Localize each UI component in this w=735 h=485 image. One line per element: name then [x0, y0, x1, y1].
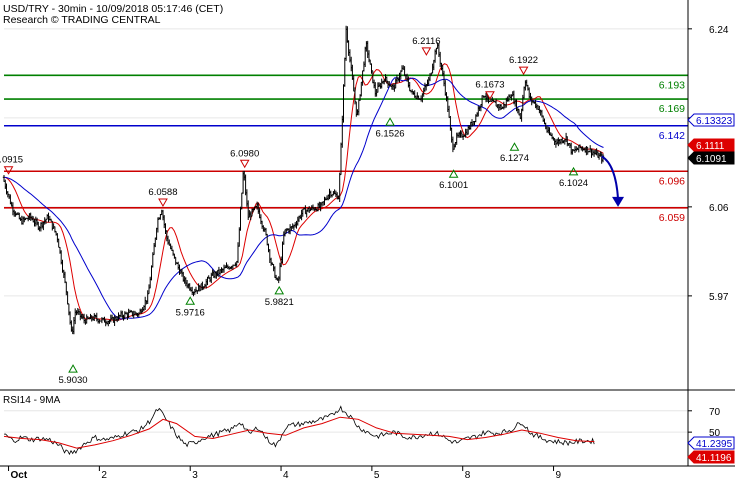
rsi-tag-label: 41.1196: [696, 453, 732, 464]
low-label: 5.9716: [176, 307, 205, 318]
price-tick-label: 6.24: [709, 25, 729, 36]
level-label: 6.059: [659, 212, 685, 224]
time-tick-label: Oct: [11, 470, 28, 480]
high-label: 6.2116: [412, 36, 440, 47]
rsi-tick-label: 70: [709, 407, 721, 418]
rsi-panel-title: RSI14 - 9MA: [3, 395, 61, 406]
price-tick-label: 6.06: [709, 203, 729, 214]
low-label: 6.1274: [500, 153, 529, 164]
low-label: 6.1526: [376, 128, 405, 139]
price-tag-label: 6.13323: [696, 116, 733, 127]
price-tag-label: 6.1091: [696, 154, 727, 165]
low-label: 6.1001: [439, 180, 468, 191]
price-tag-label: 6.1111: [696, 141, 725, 152]
time-tick-label: 8: [465, 470, 471, 480]
time-tick-label: 3: [192, 470, 198, 480]
price-tick-label: 5.97: [709, 292, 729, 303]
high-label: 6.0588: [148, 187, 177, 198]
chart-svg: 6.193 6.169 6.142 6.096 6.059 6.0915 5.9030 6.…: [0, 0, 735, 481]
high-label: 6.0980: [230, 148, 259, 159]
low-label: 6.1024: [559, 178, 588, 189]
time-tick-label: 5: [374, 470, 380, 480]
chart-background: [0, 0, 735, 480]
time-tick-label: 2: [101, 470, 107, 480]
chart-window: 6.193 6.169 6.142 6.096 6.059 6.0915 5.9030 6.…: [0, 0, 735, 481]
level-label: 6.193: [659, 79, 685, 91]
low-label: 5.9821: [265, 297, 294, 308]
level-label: 6.096: [659, 175, 685, 187]
high-label: 6.0915: [0, 155, 23, 166]
high-label: 6.1673: [475, 80, 504, 91]
level-label: 6.169: [659, 103, 685, 115]
rsi-tag-label: 41.2395: [696, 439, 733, 450]
level-label: 6.142: [659, 130, 685, 142]
time-tick-label: 4: [283, 470, 289, 480]
time-tick-label: 9: [556, 470, 562, 480]
chart-subtitle: Research © TRADING CENTRAL: [3, 14, 161, 26]
low-label: 5.9030: [59, 375, 88, 386]
high-label: 6.1922: [509, 55, 538, 66]
